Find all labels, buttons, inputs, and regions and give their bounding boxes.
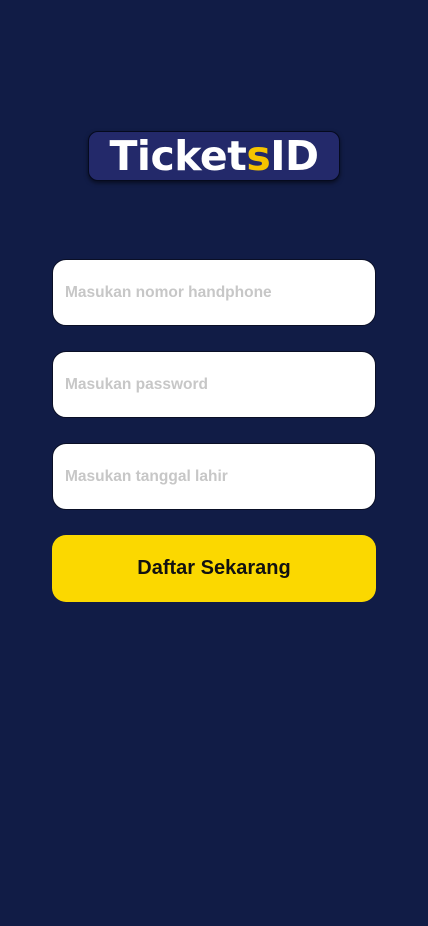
register-button[interactable]: Daftar Sekarang	[52, 535, 376, 602]
app-logo: Ticket s ID	[88, 131, 340, 181]
logo-text-accent: s	[246, 131, 271, 180]
birthdate-input[interactable]	[52, 443, 376, 510]
password-input[interactable]	[52, 351, 376, 418]
logo-text-suffix: ID	[270, 131, 319, 180]
logo-text-main: Ticket	[109, 131, 247, 180]
phone-number-input[interactable]	[52, 259, 376, 326]
